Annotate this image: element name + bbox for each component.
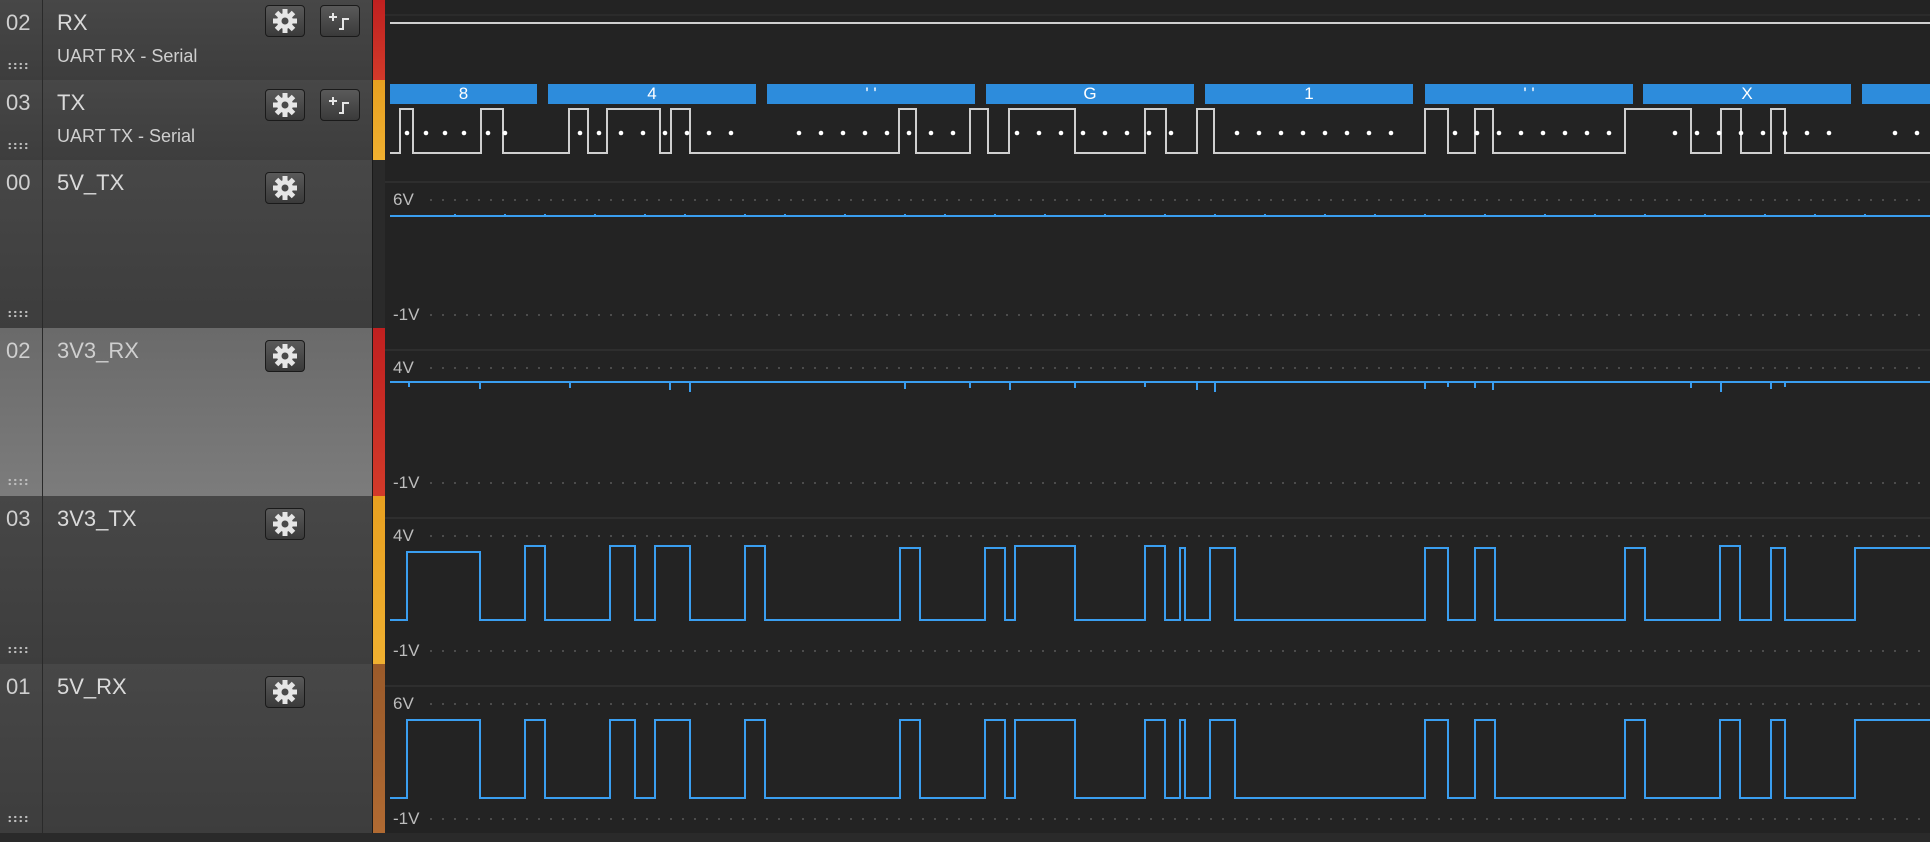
channel-number: 01 [6,674,31,699]
channel-name[interactable]: TX [57,90,85,116]
channel-number-box: 02 [0,0,43,80]
channel-label-3v3-rx[interactable]: 02 3V3_RX [0,328,373,496]
waveform-area-5v-tx[interactable]: 6V -1V [385,160,1930,328]
channel-number-box: 00 [0,160,43,328]
channel-row-5v-tx: 00 5V_TX 6V -1V [0,160,1930,330]
waveform-area-5v-rx[interactable]: 6V -1V [385,664,1930,833]
drag-grip-icon[interactable] [7,310,29,318]
channel-row-3v3-rx: 02 3V3_RX 4V -1V [0,328,1930,498]
channel-name[interactable]: RX [57,10,88,36]
add-analyzer-button[interactable] [320,89,360,121]
add-trigger-icon [329,13,349,30]
drag-grip-icon[interactable] [7,646,29,654]
channel-color-strip [373,80,385,160]
channel-name[interactable]: 3V3_TX [57,506,137,532]
channel-number-box: 03 [0,496,43,664]
waveform-area-tx[interactable]: 8 4 ' ' G 1 ' ' X [385,80,1930,160]
logic-analyzer-window: 02 RX UART RX - Serial 03 TX UART TX - S… [0,0,1930,842]
axis-max-label: 4V [393,526,414,545]
channel-row-3v3-tx: 03 3V3_TX 4V -1V [0,496,1930,666]
add-analyzer-button[interactable] [320,5,360,37]
channel-label-tx[interactable]: 03 TX UART TX - Serial [0,80,373,160]
channel-number: 03 [6,506,31,531]
channel-number: 02 [6,10,31,35]
channel-name[interactable]: 5V_TX [57,170,124,196]
axis-max-label: 4V [393,358,414,377]
axis-min-label: -1V [393,473,420,492]
channel-name[interactable]: 5V_RX [57,674,127,700]
waveform-area-3v3-rx[interactable]: 4V -1V [385,328,1930,496]
channel-number: 00 [6,170,31,195]
drag-grip-icon[interactable] [7,62,29,70]
gear-icon [273,176,297,200]
waveform-area-rx[interactable] [385,0,1930,80]
analog-waveform [385,685,1930,820]
channel-name[interactable]: 3V3_RX [57,338,139,364]
channel-number: 03 [6,90,31,115]
channel-color-strip [373,328,385,496]
channel-color-strip [373,160,385,328]
channel-label-5v-tx[interactable]: 00 5V_TX [0,160,373,328]
analog-waveform [385,349,1930,484]
channel-color-strip [373,664,385,833]
channel-label-rx[interactable]: 02 RX UART RX - Serial [0,0,373,80]
axis-min-label: -1V [393,641,420,660]
gear-icon [273,344,297,368]
channel-label-3v3-tx[interactable]: 03 3V3_TX [0,496,373,664]
channel-settings-button[interactable] [265,172,305,204]
analog-waveform [385,517,1930,652]
channel-label-5v-rx[interactable]: 01 5V_RX [0,664,373,833]
analyzer-name: UART TX - Serial [57,126,196,146]
axis-min-label: -1V [393,809,420,828]
channel-settings-button[interactable] [265,676,305,708]
axis-max-label: 6V [393,694,414,713]
axis-max-label: 6V [393,190,414,209]
gear-icon [273,680,297,704]
channel-color-strip [373,496,385,664]
drag-grip-icon[interactable] [7,478,29,486]
channel-number: 02 [6,338,31,363]
channel-number-box: 01 [0,664,43,833]
gear-icon [273,512,297,536]
bottom-bar [0,833,1930,842]
channel-number-box: 03 [0,80,43,160]
analog-waveform [385,181,1930,316]
gear-icon [273,93,297,117]
add-trigger-icon [329,97,349,114]
channel-settings-button[interactable] [265,89,305,121]
channel-settings-button[interactable] [265,340,305,372]
digital-waveform [390,108,1930,154]
drag-grip-icon[interactable] [7,815,29,823]
channel-settings-button[interactable] [265,508,305,540]
axis-min-label: -1V [393,305,420,324]
digital-waveform [385,14,1930,24]
channel-row-tx: 03 TX UART TX - Serial 8 4 ' ' G 1 ' ' X [0,80,1930,162]
channel-row-5v-rx: 01 5V_RX 6V -1V [0,664,1930,835]
gear-icon [273,9,297,33]
waveform-area-3v3-tx[interactable]: 4V -1V [385,496,1930,664]
channel-number-box: 02 [0,328,43,496]
channel-settings-button[interactable] [265,5,305,37]
analyzer-name: UART RX - Serial [57,46,198,66]
channel-row-rx: 02 RX UART RX - Serial [0,0,1930,82]
channel-color-strip [373,0,385,80]
drag-grip-icon[interactable] [7,142,29,150]
